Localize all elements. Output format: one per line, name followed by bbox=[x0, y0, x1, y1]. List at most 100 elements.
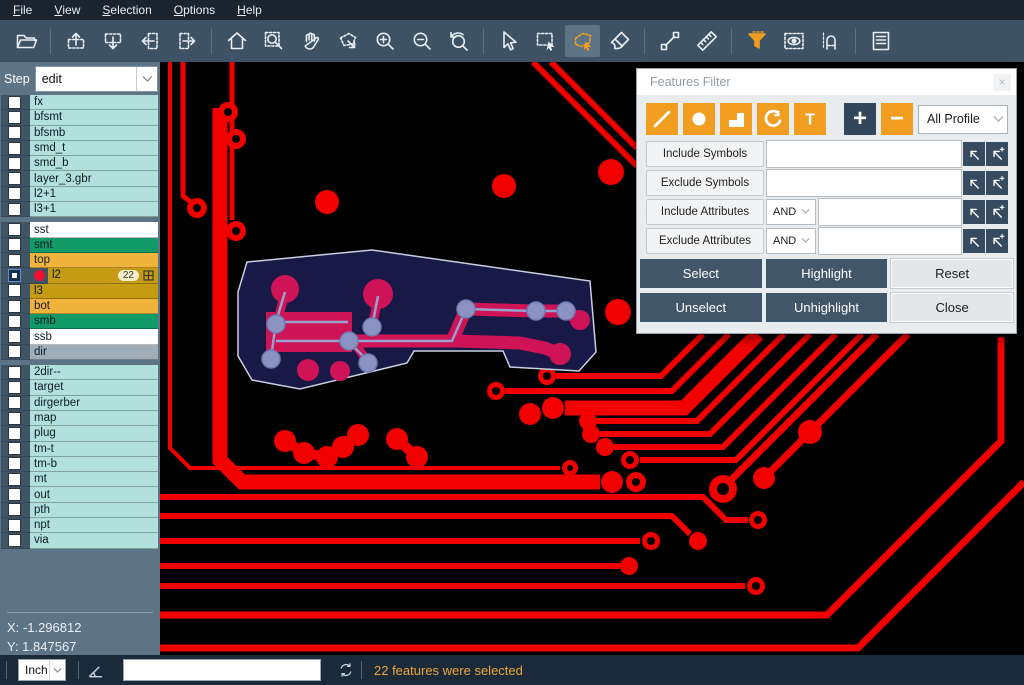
layer-name-cell[interactable]: via bbox=[30, 533, 158, 548]
layer-checkbox-map[interactable] bbox=[8, 412, 21, 425]
layer-row-l3[interactable]: l3 bbox=[1, 284, 158, 299]
layer-name-cell[interactable]: bot bbox=[30, 299, 158, 314]
step-dropdown[interactable]: edit bbox=[35, 66, 158, 92]
layer-checkbox-sst[interactable] bbox=[8, 223, 21, 236]
layer-row-l2[interactable]: l222 bbox=[1, 268, 158, 283]
layer-checkbox-2dir--[interactable] bbox=[8, 366, 21, 379]
layer-row-2dir--[interactable]: 2dir-- bbox=[1, 365, 158, 380]
menu-item-selection[interactable]: Selection bbox=[91, 0, 162, 20]
layer-checkbox-l2[interactable] bbox=[8, 269, 21, 282]
layer-row-l2+1[interactable]: l2+1 bbox=[1, 187, 158, 202]
menu-item-view[interactable]: View bbox=[43, 0, 91, 20]
exclude-symbols-button[interactable]: Exclude Symbols bbox=[646, 170, 764, 196]
layer-row-sst[interactable]: sst bbox=[1, 222, 158, 237]
layer-checkbox-l2+1[interactable] bbox=[8, 187, 21, 200]
remove-filter-button[interactable]: − bbox=[881, 103, 913, 135]
include-symbols-pick-button[interactable] bbox=[963, 142, 985, 166]
exclude-attributes-input[interactable] bbox=[818, 227, 962, 255]
layer-row-dirgerber[interactable]: dirgerber bbox=[1, 396, 158, 411]
include-attributes-pick-add-button[interactable] bbox=[986, 200, 1008, 224]
layer-name-cell[interactable]: map bbox=[30, 411, 158, 426]
layer-name-cell[interactable]: plug bbox=[30, 426, 158, 441]
layer-row-top[interactable]: top bbox=[1, 253, 158, 268]
layer-row-plug[interactable]: plug bbox=[1, 426, 158, 441]
layer-name-cell[interactable]: smb bbox=[30, 314, 158, 329]
layer-name-cell[interactable]: pth bbox=[30, 503, 158, 518]
exclude-attributes-operator-dropdown[interactable]: AND bbox=[766, 228, 816, 254]
layer-checkbox-top[interactable] bbox=[8, 254, 21, 267]
layer-checkbox-smt[interactable] bbox=[8, 238, 21, 251]
toolbar-button-select-polygon[interactable] bbox=[565, 25, 600, 57]
layer-checkbox-tm-t[interactable] bbox=[8, 442, 21, 455]
toolbar-button-zoom-out[interactable] bbox=[404, 25, 439, 57]
snap-angle-icon[interactable] bbox=[86, 661, 105, 680]
layer-name-cell[interactable]: bfsmt bbox=[30, 110, 158, 125]
layer-row-via[interactable]: via bbox=[1, 533, 158, 548]
toolbar-button-open-folder[interactable] bbox=[8, 25, 43, 57]
layer-name-cell[interactable]: tm-t bbox=[30, 442, 158, 457]
reset-button[interactable]: Reset bbox=[891, 259, 1013, 288]
layer-name-cell[interactable]: 2dir-- bbox=[30, 365, 158, 380]
toolbar-button-select-rect[interactable] bbox=[528, 25, 563, 57]
layer-name-cell[interactable]: ssb bbox=[30, 329, 158, 344]
layer-row-dir[interactable]: dir bbox=[1, 345, 158, 360]
layer-name-cell[interactable]: dir bbox=[30, 345, 158, 360]
filter-shape-text-button[interactable]: T bbox=[794, 103, 826, 135]
command-input[interactable] bbox=[123, 659, 321, 681]
menu-item-help[interactable]: Help bbox=[226, 0, 273, 20]
select-button[interactable]: Select bbox=[640, 259, 762, 288]
layer-row-bfsmb[interactable]: bfsmb bbox=[1, 126, 158, 141]
filter-shape-line-button[interactable] bbox=[646, 103, 678, 135]
menu-item-file[interactable]: File bbox=[2, 0, 43, 20]
toolbar-button-select-arrow[interactable] bbox=[491, 25, 526, 57]
layer-row-smd_t[interactable]: smd_t bbox=[1, 141, 158, 156]
layer-checkbox-npt[interactable] bbox=[8, 519, 21, 532]
toolbar-button-zoom-polygon[interactable] bbox=[330, 25, 365, 57]
layer-checkbox-bfsmb[interactable] bbox=[8, 126, 21, 139]
include-attributes-button[interactable]: Include Attributes bbox=[646, 199, 764, 225]
toolbar-button-view-options[interactable] bbox=[776, 25, 811, 57]
layer-checkbox-ssb[interactable] bbox=[8, 330, 21, 343]
exclude-symbols-pick-button[interactable] bbox=[963, 171, 985, 195]
filter-shape-arc-button[interactable] bbox=[757, 103, 789, 135]
highlight-button[interactable]: Highlight bbox=[766, 259, 888, 288]
layer-name-cell[interactable]: fx bbox=[30, 95, 158, 110]
layer-checkbox-layer_3.gbr[interactable] bbox=[8, 172, 21, 185]
layer-name-cell[interactable]: l3 bbox=[30, 284, 158, 299]
exclude-attributes-pick-add-button[interactable] bbox=[986, 229, 1008, 253]
layer-name-cell[interactable]: smd_t bbox=[30, 141, 158, 156]
layer-checkbox-pth[interactable] bbox=[8, 503, 21, 516]
layer-row-mt[interactable]: mt bbox=[1, 472, 158, 487]
unhighlight-button[interactable]: Unhighlight bbox=[766, 293, 888, 322]
layer-checkbox-smd_b[interactable] bbox=[8, 157, 21, 170]
unit-dropdown[interactable]: Inch bbox=[18, 659, 66, 681]
layer-checkbox-plug[interactable] bbox=[8, 427, 21, 440]
include-attributes-pick-button[interactable] bbox=[963, 200, 985, 224]
exclude-symbols-input[interactable] bbox=[766, 169, 962, 197]
filter-shape-pad-button[interactable] bbox=[683, 103, 715, 135]
layer-checkbox-out[interactable] bbox=[8, 488, 21, 501]
toolbar-button-pan-hand[interactable] bbox=[293, 25, 328, 57]
layer-checkbox-via[interactable] bbox=[8, 534, 21, 547]
layer-name-cell[interactable]: npt bbox=[30, 518, 158, 533]
layer-name-cell[interactable]: out bbox=[30, 487, 158, 502]
layer-name-cell[interactable]: target bbox=[30, 380, 158, 395]
refresh-icon[interactable] bbox=[337, 661, 355, 679]
layer-row-l3+1[interactable]: l3+1 bbox=[1, 202, 158, 217]
filter-shape-surface-button[interactable] bbox=[720, 103, 752, 135]
layer-row-smt[interactable]: smt bbox=[1, 238, 158, 253]
layer-checkbox-target[interactable] bbox=[8, 381, 21, 394]
layer-checkbox-smb[interactable] bbox=[8, 315, 21, 328]
layer-name-cell[interactable]: layer_3.gbr bbox=[30, 171, 158, 186]
close-icon[interactable]: × bbox=[993, 74, 1011, 91]
layer-row-ssb[interactable]: ssb bbox=[1, 329, 158, 344]
include-symbols-button[interactable]: Include Symbols bbox=[646, 141, 764, 167]
layer-name-cell[interactable]: smt bbox=[30, 238, 158, 253]
exclude-attributes-pick-button[interactable] bbox=[963, 229, 985, 253]
layer-checkbox-bot[interactable] bbox=[8, 300, 21, 313]
toolbar-button-measure-distance[interactable] bbox=[652, 25, 687, 57]
layer-row-out[interactable]: out bbox=[1, 487, 158, 502]
layer-name-cell[interactable]: sst bbox=[30, 222, 158, 237]
layer-name-cell[interactable]: dirgerber bbox=[30, 396, 158, 411]
include-attributes-operator-dropdown[interactable]: AND bbox=[766, 199, 816, 225]
